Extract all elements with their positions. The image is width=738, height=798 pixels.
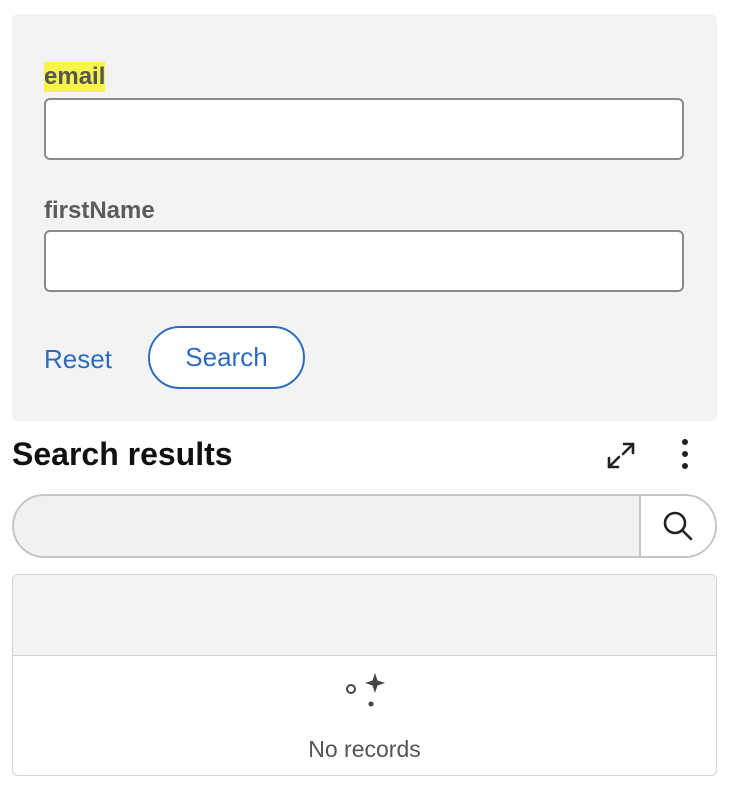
- results-table: No records: [12, 574, 717, 776]
- firstname-label: firstName: [44, 197, 155, 224]
- sparkle-empty-icon: [346, 671, 394, 719]
- expand-icon[interactable]: [604, 438, 638, 472]
- empty-state-text: No records: [308, 736, 421, 762]
- firstname-field[interactable]: [44, 230, 684, 292]
- email-label: email: [44, 62, 106, 92]
- more-vertical-icon[interactable]: [668, 436, 702, 472]
- results-search-input[interactable]: [14, 496, 642, 556]
- reset-button[interactable]: Reset: [44, 342, 112, 376]
- search-icon: [663, 511, 693, 541]
- search-submit-button[interactable]: [639, 496, 715, 556]
- search-button[interactable]: Search: [148, 326, 305, 389]
- email-field[interactable]: [44, 98, 684, 160]
- search-form-panel: email firstName Reset Search: [12, 14, 717, 421]
- results-title: Search results: [12, 436, 233, 472]
- results-search-bar: [12, 494, 717, 558]
- table-header: [13, 575, 716, 656]
